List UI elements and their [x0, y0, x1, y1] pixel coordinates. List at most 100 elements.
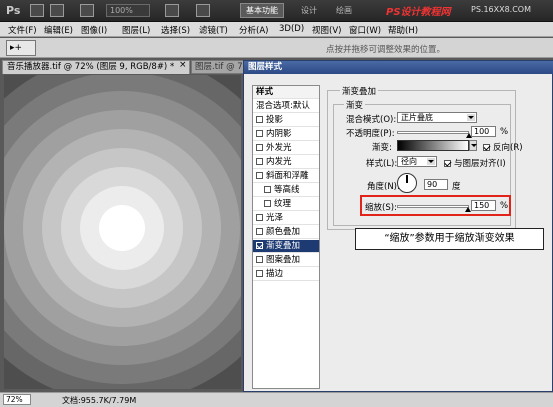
opacity-slider[interactable]: [397, 131, 469, 134]
check-icon[interactable]: [256, 242, 263, 249]
menu-window[interactable]: 窗口(W): [349, 24, 381, 36]
checkbox-icon[interactable]: [256, 158, 263, 165]
radial-rings-artwork: [4, 75, 241, 389]
screen-mode-icon[interactable]: [196, 4, 210, 17]
view-extras-icon[interactable]: [80, 4, 94, 17]
opacity-label: 不透明度(P):: [346, 129, 395, 139]
menu-analysis[interactable]: 分析(A): [239, 24, 268, 36]
ps-logo: Ps: [6, 4, 21, 17]
menu-filter[interactable]: 滤镜(T): [199, 24, 228, 36]
style-item[interactable]: 外发光: [253, 142, 319, 155]
options-hint: 点按并拖移可调整效果的位置。: [326, 45, 446, 55]
reverse-label: 反向(R): [493, 143, 523, 153]
scale-highlight-box: [360, 195, 511, 216]
checkbox-icon[interactable]: [256, 214, 263, 221]
document-canvas[interactable]: [4, 75, 241, 389]
check-icon: [444, 160, 451, 167]
checkbox-icon[interactable]: [264, 200, 271, 207]
menu-layer[interactable]: 图层(L): [122, 24, 150, 36]
styles-header[interactable]: 样式: [253, 86, 319, 99]
ring: [99, 205, 145, 251]
style-item-label: 内阴影: [266, 129, 292, 139]
close-tab-icon[interactable]: ×: [179, 60, 187, 70]
tab-music-player[interactable]: 音乐播放器.tif @ 72% (图层 9, RGB/8#) *: [2, 60, 190, 74]
style-item[interactable]: 光泽: [253, 212, 319, 225]
style-item-label: 外发光: [266, 143, 292, 153]
menu-view[interactable]: 视图(V): [312, 24, 341, 36]
checkbox-icon[interactable]: [256, 144, 263, 151]
checkbox-icon[interactable]: [256, 256, 263, 263]
style-item-label: 渐变叠加: [266, 241, 301, 251]
style-item[interactable]: 渐变叠加: [253, 240, 319, 253]
gradient-label: 渐变:: [372, 143, 392, 153]
watermark: PS设计教程网: [386, 7, 451, 18]
style-item-label: 等高线: [274, 185, 300, 195]
checkbox-icon[interactable]: [256, 116, 263, 123]
style-item-label: 内发光: [266, 157, 292, 167]
angle-input[interactable]: 90: [424, 179, 448, 190]
checkbox-icon[interactable]: [264, 186, 271, 193]
checkbox-icon[interactable]: [256, 130, 263, 137]
workspace-painting-link[interactable]: 绘画: [336, 5, 352, 16]
tab-layer-doc[interactable]: 图层.tif @ 7: [191, 60, 246, 74]
annotation-callout: “缩放”参数用于缩放渐变效果: [355, 228, 544, 250]
style-item[interactable]: 内发光: [253, 156, 319, 169]
arrange-documents-icon[interactable]: [165, 4, 179, 17]
watermark-sub: PS.16XX8.COM: [471, 5, 532, 14]
chevron-down-icon: [427, 158, 435, 165]
zoom-status[interactable]: 72%: [3, 394, 31, 405]
mini-bridge-icon[interactable]: [50, 4, 64, 17]
style-item[interactable]: 颜色叠加: [253, 226, 319, 239]
dialog-title: 图层样式: [244, 61, 553, 74]
tool-preset-picker[interactable]: ▸+: [6, 40, 36, 56]
style-item-label: 描边: [266, 269, 284, 279]
checkbox-icon[interactable]: [256, 172, 263, 179]
menu-3d[interactable]: 3D(D): [279, 24, 304, 34]
reverse-checkbox[interactable]: 反向(R): [483, 141, 523, 153]
section-title: 渐变叠加: [340, 85, 379, 97]
checkbox-icon[interactable]: [256, 270, 263, 277]
style-item-label: 图案叠加: [266, 255, 301, 265]
style-item[interactable]: 纹理: [253, 198, 319, 211]
gradient-style-select[interactable]: 径向: [397, 156, 437, 167]
options-bar: [0, 38, 553, 58]
style-item[interactable]: 等高线: [253, 184, 319, 197]
photoshop-window: Ps 100% 基本功能 设计 绘画 PS设计教程网 PS.16XX8.COM …: [0, 0, 553, 407]
style-item-label: 斜面和浮雕: [266, 171, 309, 181]
menu-edit[interactable]: 编辑(E): [44, 24, 73, 36]
menu-image[interactable]: 图像(I): [81, 24, 107, 36]
angle-unit: 度: [452, 182, 461, 192]
checkbox-icon[interactable]: [256, 228, 263, 235]
style-item-label: 颜色叠加: [266, 227, 301, 237]
workspace-design-link[interactable]: 设计: [301, 5, 317, 16]
workspace-button[interactable]: 基本功能: [240, 3, 284, 18]
style-item-label: 投影: [266, 115, 284, 125]
blending-options[interactable]: 混合选项:默认: [253, 100, 319, 113]
opacity-input[interactable]: 100: [471, 126, 496, 137]
gradient-style-value: 径向: [401, 157, 417, 166]
gradient-picker-dropdown[interactable]: [469, 140, 477, 151]
align-label: 与图层对齐(I): [454, 159, 506, 169]
blend-mode-select[interactable]: 正片叠底: [397, 112, 477, 123]
style-item-label: 光泽: [266, 213, 284, 223]
gradient-preview[interactable]: [397, 140, 469, 151]
zoom-field[interactable]: 100%: [106, 4, 150, 17]
menu-help[interactable]: 帮助(H): [388, 24, 418, 36]
bridge-icon[interactable]: [30, 4, 44, 17]
angle-needle: [406, 175, 408, 183]
menu-select[interactable]: 选择(S): [161, 24, 190, 36]
menu-file[interactable]: 文件(F): [8, 24, 37, 36]
style-item[interactable]: 描边: [253, 268, 319, 281]
group-title: 渐变: [344, 99, 366, 111]
style-item[interactable]: 投影: [253, 114, 319, 127]
style-item[interactable]: 内阴影: [253, 128, 319, 141]
style-label: 样式(L):: [366, 159, 398, 169]
check-icon: [483, 144, 490, 151]
align-with-layer-checkbox[interactable]: 与图层对齐(I): [444, 157, 506, 169]
document-info[interactable]: 文档:955.7K/7.79M: [62, 395, 136, 406]
style-item[interactable]: 图案叠加: [253, 254, 319, 267]
style-item[interactable]: 斜面和浮雕: [253, 170, 319, 183]
blend-mode-label: 混合模式(O):: [346, 115, 397, 125]
angle-label: 角度(N):: [367, 182, 400, 192]
opacity-unit: %: [500, 127, 509, 137]
